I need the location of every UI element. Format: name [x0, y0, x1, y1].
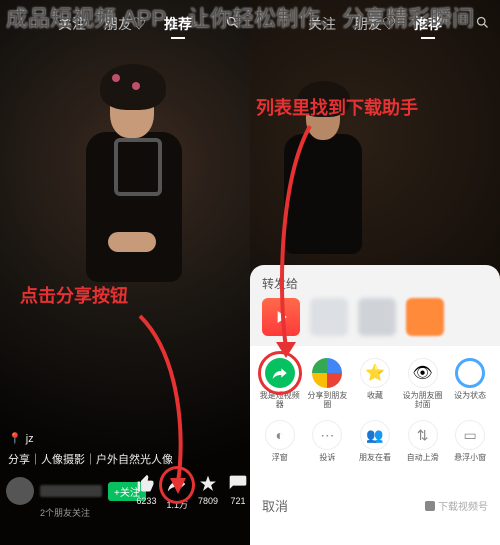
side-by-side: 关注 朋友♡ 推荐 📍jz 分享｜人像摄影｜户外自然光人像 +关注 2个朋友关注…: [0, 0, 500, 545]
friends-following: 2个朋友关注: [40, 506, 90, 519]
phone-left: 关注 朋友♡ 推荐 📍jz 分享｜人像摄影｜户外自然光人像 +关注 2个朋友关注…: [0, 0, 250, 545]
person-illustration: [60, 60, 200, 320]
author-name[interactable]: [40, 485, 102, 497]
recent-contact[interactable]: [406, 298, 444, 336]
cancel-button[interactable]: 取消: [262, 496, 288, 515]
share-option-friends-watch[interactable]: 👥朋友在看: [351, 420, 399, 472]
annotation-share: 点击分享按钮: [20, 282, 128, 308]
fav-button[interactable]: 7809: [198, 474, 218, 511]
annotation-find-helper: 列表里找到下载助手: [256, 94, 418, 120]
arrow-to-share-icon: [130, 306, 190, 496]
video-caption: 分享｜人像摄影｜户外自然光人像: [8, 451, 242, 467]
comment-button[interactable]: 721: [228, 474, 248, 511]
avatar[interactable]: [6, 477, 34, 505]
share-option-pip[interactable]: ▭悬浮小窗: [446, 420, 494, 472]
share-option-status[interactable]: 设为状态: [446, 358, 494, 410]
share-option-cover[interactable]: 👁设为朋友圈封面: [399, 358, 447, 410]
article-title: 成品短视频 APP，让你轻松制作、分享精彩瞬间: [6, 4, 494, 34]
recent-contact[interactable]: [358, 298, 396, 336]
brand-watermark: 下载视频号: [425, 498, 488, 513]
share-option-favorite[interactable]: ⭐收藏: [351, 358, 399, 410]
share-option-report[interactable]: ⋯投诉: [304, 420, 352, 472]
share-option-float[interactable]: ◐浮窗: [256, 420, 304, 472]
arrow-to-downloader-icon: [270, 120, 330, 360]
share-grid: 我是短视频器 分享到朋友圈 ⭐收藏 👁设为朋友圈封面 设为状态 ◐浮窗 ⋯投诉 …: [250, 346, 500, 490]
share-option-moments[interactable]: 分享到朋友圈: [304, 358, 352, 410]
share-option-downloader[interactable]: 我是短视频器: [256, 358, 304, 410]
location-tag[interactable]: 📍jz: [8, 432, 34, 445]
share-option-autoscroll[interactable]: ⇅自动上滑: [399, 420, 447, 472]
